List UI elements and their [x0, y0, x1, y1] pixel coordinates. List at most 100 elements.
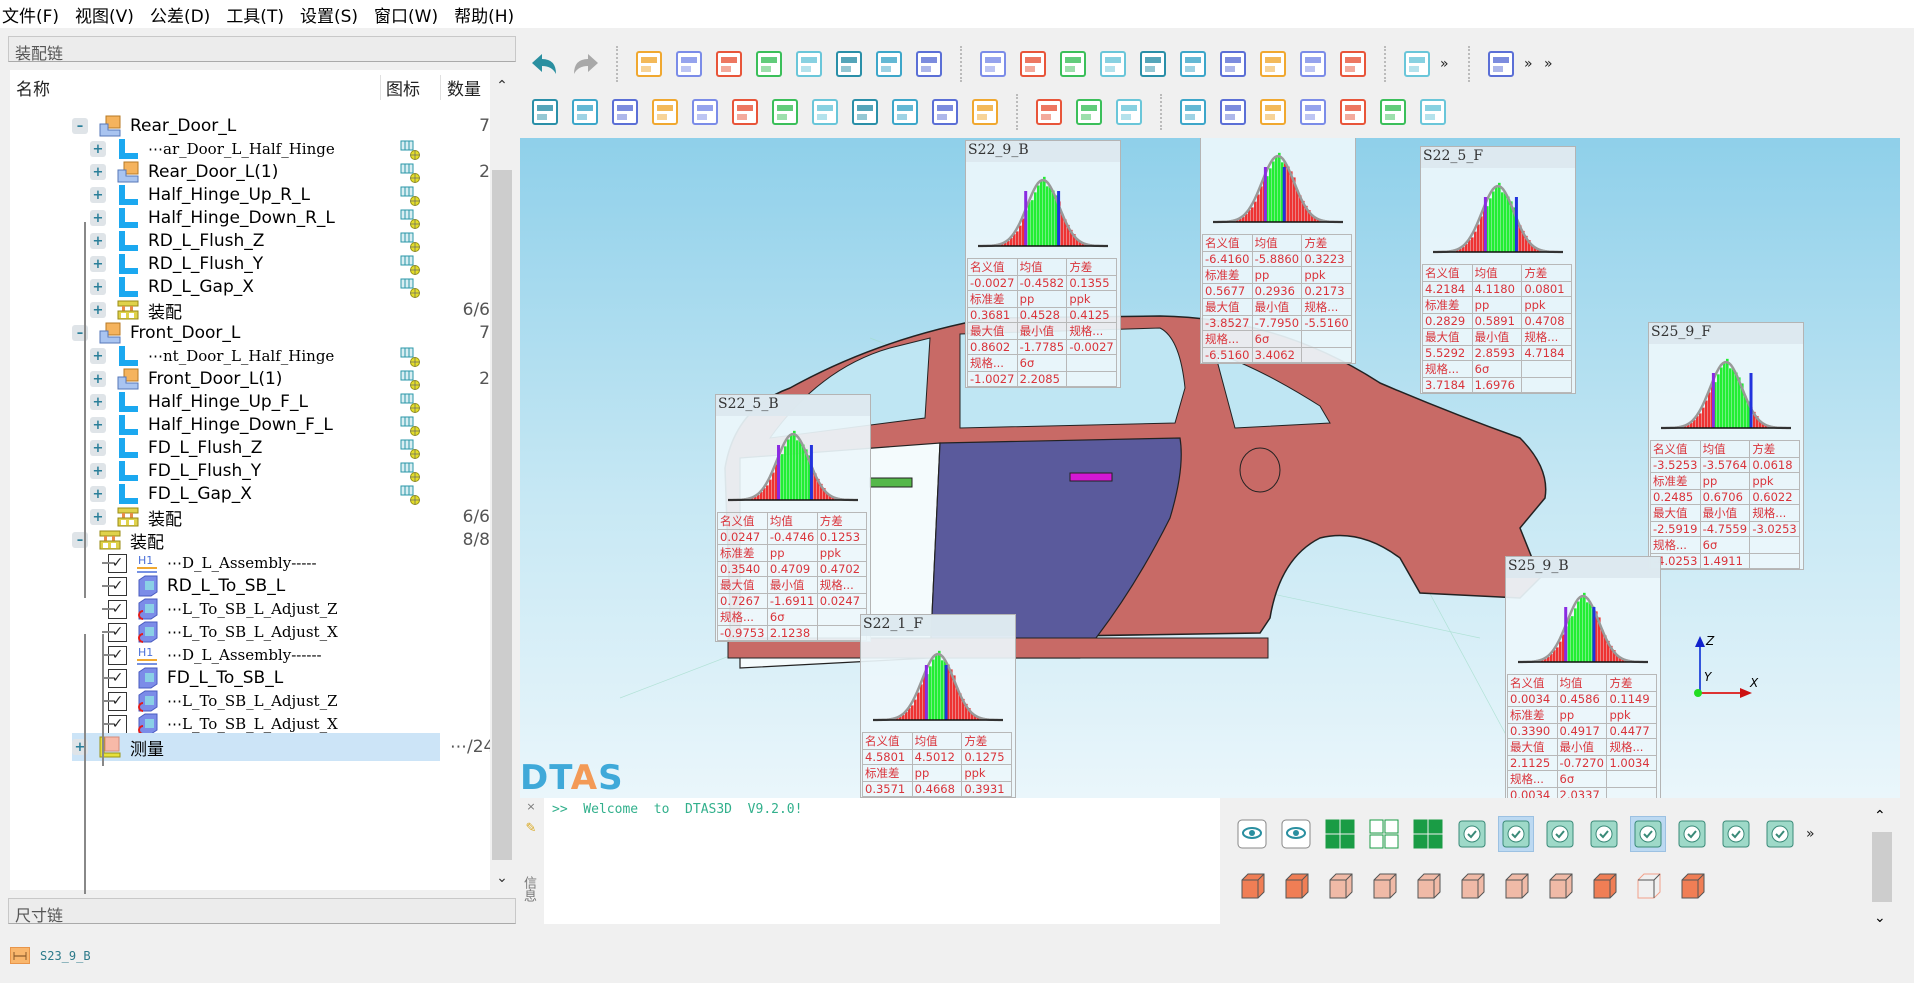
view-right-icon[interactable]: [1454, 868, 1490, 904]
clear-broom-icon[interactable]: ✎: [520, 821, 542, 836]
text-frame-icon[interactable]: [1718, 816, 1754, 852]
h1-height-icon[interactable]: [928, 95, 962, 129]
measurement-icon[interactable]: [400, 438, 422, 460]
tree-scrollbar[interactable]: ⌃ ⌄: [490, 70, 514, 890]
view-left-icon[interactable]: [1410, 868, 1446, 904]
check-1-icon[interactable]: [1498, 816, 1534, 852]
console-output[interactable]: >> Welcome to DTAS3D V9.2.0!: [544, 798, 1220, 924]
block-icon[interactable]: [608, 95, 642, 129]
shaded-icon[interactable]: [1674, 868, 1710, 904]
measurement-icon[interactable]: [400, 208, 422, 230]
undo-icon[interactable]: [528, 47, 562, 81]
measurement-icon[interactable]: [400, 415, 422, 437]
column-count[interactable]: 数量: [440, 74, 497, 100]
chart-off-icon[interactable]: [1762, 816, 1798, 852]
menu-item-6[interactable]: 帮助(H): [452, 2, 522, 27]
feature-6-icon[interactable]: [1176, 47, 1210, 81]
measurement-icon[interactable]: [400, 484, 422, 506]
tol-stack-1-icon[interactable]: [1032, 95, 1066, 129]
expand-toggle[interactable]: +: [90, 440, 106, 456]
feature-1-icon[interactable]: [976, 47, 1010, 81]
stat-panel-S22_1_F[interactable]: S22_1_F 名义值 均值 方差 4.5801 4.5012 0.1275 标准差 pp ppk…: [860, 614, 1016, 798]
scroll-thumb[interactable]: [1872, 832, 1892, 902]
stat-panel-S22_5_B[interactable]: S22_5_B 名义值 均值 方差 0.0247 -0.4746 0.1253 标准差 pp pp…: [715, 394, 871, 642]
edit-window-icon[interactable]: [872, 47, 906, 81]
scroll-down-icon[interactable]: ⌄: [1874, 910, 1886, 926]
star-network-icon[interactable]: [1112, 95, 1146, 129]
profile-tol-icon[interactable]: [1216, 95, 1250, 129]
angle-tol-icon[interactable]: [1296, 95, 1330, 129]
expand-toggle[interactable]: +: [90, 187, 106, 203]
measurement-icon[interactable]: [400, 346, 422, 368]
measure-sphere-icon[interactable]: [1674, 816, 1710, 852]
assembly-1-icon[interactable]: [528, 95, 562, 129]
swap-icon[interactable]: [1454, 816, 1490, 852]
feature-5-icon[interactable]: [1136, 47, 1170, 81]
stat-panel-S25_9_B[interactable]: S25_9_B 名义值 均值 方差 0.0034 0.4586 0.1149 标准差 pp ppk…: [1505, 556, 1661, 798]
report-icon[interactable]: [752, 47, 786, 81]
new-file-icon[interactable]: [672, 47, 706, 81]
feature-8-icon[interactable]: [1256, 47, 1290, 81]
measurement-icon[interactable]: [400, 231, 422, 253]
expand-toggle[interactable]: +: [90, 509, 106, 525]
fit-all-icon[interactable]: [1234, 868, 1270, 904]
close-console-icon[interactable]: ×: [520, 800, 542, 813]
redo-icon[interactable]: [568, 47, 602, 81]
measurement-icon[interactable]: [400, 392, 422, 414]
window-icon[interactable]: [832, 47, 866, 81]
shapes-icon[interactable]: [1586, 816, 1622, 852]
menu-item-1[interactable]: 视图(V): [73, 2, 142, 27]
expand-toggle[interactable]: +: [90, 348, 106, 364]
block-points-icon[interactable]: [648, 95, 682, 129]
dimension-chain-item[interactable]: S23_9_B: [10, 947, 91, 964]
parallel-tol-icon[interactable]: [1256, 95, 1290, 129]
expand-toggle[interactable]: +: [90, 371, 106, 387]
show-add-icon[interactable]: [1234, 816, 1270, 852]
measurement-icon[interactable]: [400, 461, 422, 483]
view-tools-overflow-icon[interactable]: »: [1806, 826, 1820, 842]
compare-report-icon[interactable]: [792, 47, 826, 81]
expand-toggle[interactable]: +: [90, 394, 106, 410]
grid-outline-icon[interactable]: [1366, 816, 1402, 852]
feature-3-icon[interactable]: [1056, 47, 1090, 81]
expand-toggle[interactable]: +: [90, 233, 106, 249]
menu-item-0[interactable]: 文件(F): [0, 2, 67, 27]
feature-4-icon[interactable]: [1096, 47, 1130, 81]
settings-board-icon[interactable]: [1484, 47, 1518, 81]
expand-toggle[interactable]: +: [90, 417, 106, 433]
tree-item[interactable]: + 测量 ⋯/24: [72, 733, 494, 761]
expand-toggle[interactable]: +: [90, 463, 106, 479]
toolbar-overflow-icon[interactable]: »: [1544, 56, 1558, 72]
measure-icon[interactable]: [1376, 95, 1410, 129]
column-name[interactable]: 名称: [10, 75, 380, 100]
expand-toggle[interactable]: +: [90, 302, 106, 318]
run-analysis-icon[interactable]: [1400, 47, 1434, 81]
hide-remove-icon[interactable]: [1278, 816, 1314, 852]
column-icon[interactable]: 图标: [380, 74, 440, 100]
feature-9-icon[interactable]: [1296, 47, 1330, 81]
wireframe-icon[interactable]: [1630, 868, 1666, 904]
iso-icon[interactable]: [1278, 868, 1314, 904]
fixture-icon[interactable]: [688, 95, 722, 129]
solid-icon[interactable]: [1586, 868, 1622, 904]
scroll-up-icon[interactable]: ⌃: [492, 78, 512, 98]
view-top-icon[interactable]: [1366, 868, 1402, 904]
menu-item-4[interactable]: 设置(S): [298, 2, 366, 27]
view-bottom-icon[interactable]: [1322, 868, 1358, 904]
panel-icon[interactable]: [912, 47, 946, 81]
view-back-icon[interactable]: [1542, 868, 1578, 904]
grid-fill-icon[interactable]: [1322, 816, 1358, 852]
fixture-tol-icon[interactable]: [1336, 95, 1370, 129]
stat-panel-S25_9_F[interactable]: S25_9_F 名义值 均值 方差 -3.5253 -3.5764 0.0618 标准差 pp p…: [1648, 322, 1804, 570]
menu-item-3[interactable]: 工具(T): [224, 2, 292, 27]
view-front-icon[interactable]: [1498, 868, 1534, 904]
stat-panel-S22_5_F[interactable]: S22_5_F 名义值 均值 方差 4.2184 4.1180 0.0801 标准差 pp ppk…: [1420, 146, 1576, 394]
measurement-icon[interactable]: [400, 277, 422, 299]
measurement-icon[interactable]: [400, 185, 422, 207]
unlock-grid-icon[interactable]: [1410, 816, 1446, 852]
expand-toggle[interactable]: +: [90, 210, 106, 226]
assembly-2-icon[interactable]: [568, 95, 602, 129]
branch-icon[interactable]: [848, 95, 882, 129]
shapes-measure-icon[interactable]: [1630, 816, 1666, 852]
stat-panel-unnamed_top[interactable]: 名义值 均值 方差 -6.4160 -5.8860 0.3223 标准差 pp ppk 0.567…: [1200, 138, 1356, 364]
